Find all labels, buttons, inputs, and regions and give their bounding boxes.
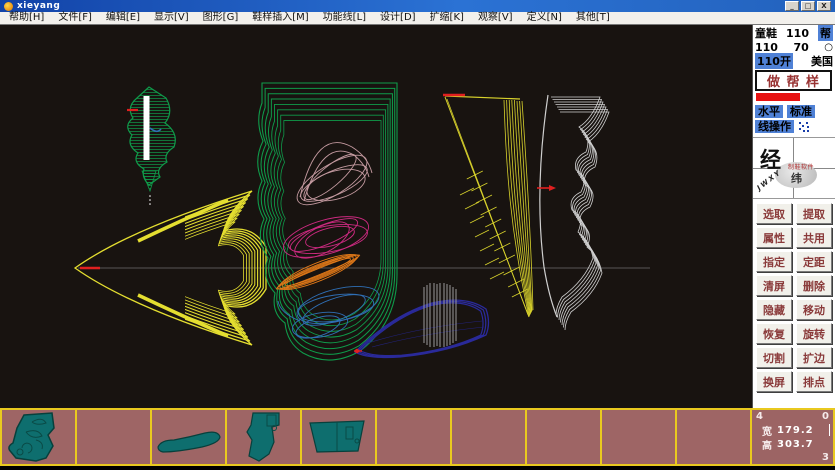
menu-help[interactable]: 帮助[H] — [9, 12, 44, 24]
window-title: xieyang — [17, 1, 60, 11]
menu-view[interactable]: 显示[V] — [154, 12, 189, 24]
rotate-button[interactable]: 旋转 — [796, 323, 832, 344]
red-indicator-bar — [756, 93, 800, 101]
status-count-left: 4 — [756, 411, 763, 423]
status-panel: 4 0 宽 179.2 高 303.7 3 — [752, 410, 833, 464]
sole — [354, 283, 489, 357]
thumbnail-quarter-panel — [302, 410, 375, 464]
move-button[interactable]: 移动 — [796, 299, 832, 320]
film-strip-cell-5[interactable] — [302, 410, 375, 464]
size-value: 110 — [786, 27, 809, 40]
size-system-badge[interactable]: 110开 — [755, 53, 793, 69]
quarter-piece — [443, 95, 533, 317]
horizontal-toggle[interactable]: 水平 — [755, 105, 783, 118]
film-strip-cell-6[interactable] — [377, 410, 450, 464]
width-value: 70 — [793, 41, 808, 54]
film-strip-cell-10[interactable] — [677, 410, 750, 464]
width-readout: 179.2 — [777, 425, 814, 436]
size-info-row2: 110 70 ○ — [753, 40, 835, 54]
film-strip: 4 0 宽 179.2 高 303.7 3 — [0, 408, 835, 466]
menu-edit[interactable]: 编辑[E] — [106, 12, 140, 24]
property-button[interactable]: 属性 — [756, 227, 792, 248]
quarter-hatch — [460, 171, 528, 297]
assign-button[interactable]: 指定 — [756, 251, 792, 272]
boot-upper — [258, 83, 397, 360]
mode-toggles: 水平 标准 — [753, 104, 835, 119]
restore-button[interactable]: □ — [801, 1, 815, 11]
status-count-right: 0 — [822, 411, 829, 423]
film-strip-cell-4[interactable] — [227, 410, 300, 464]
menu-function-line[interactable]: 功能线[L] — [323, 12, 366, 24]
close-button[interactable]: X — [817, 1, 831, 11]
menu-insert-pattern[interactable]: 鞋样插入[M] — [252, 12, 308, 24]
upper-mode-badge[interactable]: 帮 — [818, 25, 833, 41]
standard-toggle[interactable]: 标准 — [787, 105, 815, 118]
expand-edge-button[interactable]: 扩边 — [796, 347, 832, 368]
collar-piece — [127, 87, 175, 205]
menu-file[interactable]: 文件[F] — [58, 12, 92, 24]
app-window: xieyang _ □ X 帮助[H] 文件[F] 编辑[E] 显示[V] 图形… — [0, 0, 835, 470]
tool-button-grid: 选取 提取 属性 共用 指定 定距 清屏 删除 隐藏 移动 恢复 旋转 切割 扩… — [753, 199, 835, 392]
menu-scale[interactable]: 扩缩[K] — [430, 12, 464, 24]
height-readout: 303.7 — [777, 439, 814, 450]
extract-button[interactable]: 提取 — [796, 203, 832, 224]
line-operation-toggle[interactable]: 线操作 — [755, 120, 794, 133]
shoe-type-label: 童鞋 — [755, 25, 777, 41]
window-controls: _ □ X — [785, 1, 833, 11]
film-strip-cell-7[interactable] — [452, 410, 525, 464]
film-strip-cell-8[interactable] — [527, 410, 600, 464]
window-bottom-edge — [0, 466, 835, 470]
menu-others[interactable]: 其他[T] — [576, 12, 610, 24]
lining-rose — [290, 143, 374, 214]
switch-screen-button[interactable]: 换屏 — [756, 371, 792, 392]
status-count-bottom: 3 — [822, 452, 829, 464]
fixed-distance-button[interactable]: 定距 — [796, 251, 832, 272]
app-icon — [4, 2, 13, 11]
film-strip-cell-3[interactable] — [152, 410, 225, 464]
height-label: 高 — [762, 437, 772, 452]
counter-piece — [537, 95, 609, 330]
thumbnail-boot-decorated — [2, 410, 75, 464]
make-upper-pattern-button[interactable]: 做 帮 样 — [755, 70, 832, 91]
lining-magenta — [279, 209, 373, 266]
title-bar: xieyang _ □ X — [0, 0, 835, 12]
menu-observe[interactable]: 观察[V] — [478, 12, 513, 24]
thumbnail-boot-upper — [227, 410, 300, 464]
clear-screen-button[interactable]: 清屏 — [756, 275, 792, 296]
thumbnail-sole — [152, 410, 225, 464]
share-button[interactable]: 共用 — [796, 227, 832, 248]
line-op-icon — [798, 121, 810, 133]
select-button[interactable]: 选取 — [756, 203, 792, 224]
restore-shape-button[interactable]: 恢复 — [756, 323, 792, 344]
pattern-drawing — [0, 25, 752, 408]
delete-button[interactable]: 删除 — [796, 275, 832, 296]
minimize-button[interactable]: _ — [785, 1, 799, 11]
cursor-bar — [829, 424, 830, 436]
length-value: 110 — [755, 41, 778, 54]
drawing-canvas[interactable] — [0, 25, 752, 408]
line-op-row: 线操作 — [753, 119, 835, 134]
size-info-row3: 110开 美国 — [753, 54, 835, 68]
circle-indicator: ○ — [824, 42, 833, 53]
region-label: 美国 — [811, 53, 833, 69]
arrange-points-button[interactable]: 排点 — [796, 371, 832, 392]
film-strip-cell-9[interactable] — [602, 410, 675, 464]
control-sidebar: 童鞋 110 帮 110 70 ○ 110开 美国 做 帮 样 水平 标准 线操… — [752, 25, 835, 408]
hide-button[interactable]: 隐藏 — [756, 299, 792, 320]
menu-graphics[interactable]: 图形[G] — [203, 12, 239, 24]
brand-logo: 经 制鞋软件 纬 JWXY — [753, 137, 835, 199]
logo-sub-character: 纬 — [791, 170, 802, 186]
cut-button[interactable]: 切割 — [756, 347, 792, 368]
menu-design[interactable]: 设计[D] — [380, 12, 416, 24]
menu-define[interactable]: 定义[N] — [527, 12, 562, 24]
film-strip-cell-2[interactable] — [77, 410, 150, 464]
film-strip-cell-1[interactable] — [2, 410, 75, 464]
sole-hatch — [424, 283, 456, 347]
size-info-row1: 童鞋 110 帮 — [753, 26, 835, 40]
width-label: 宽 — [762, 423, 772, 438]
menu-bar: 帮助[H] 文件[F] 编辑[E] 显示[V] 图形[G] 鞋样插入[M] 功能… — [0, 12, 835, 25]
